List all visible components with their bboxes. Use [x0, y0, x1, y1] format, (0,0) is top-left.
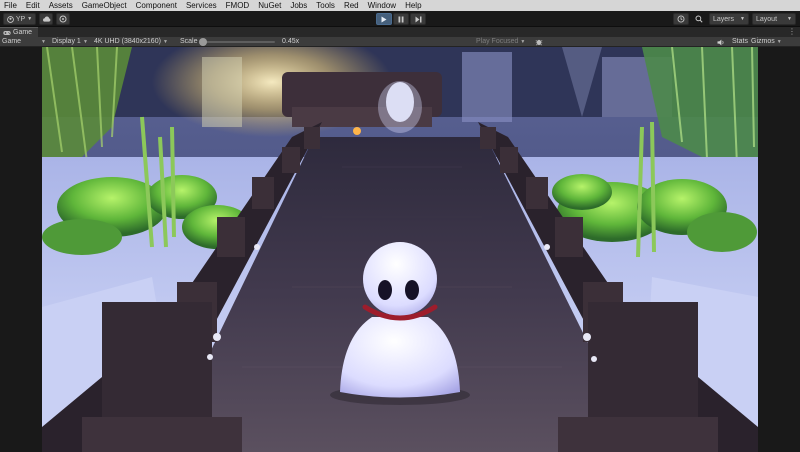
menu-tools[interactable]: Tools [316, 0, 335, 11]
menu-bar: File Edit Assets GameObject Component Se… [0, 0, 800, 11]
menu-window[interactable]: Window [368, 0, 396, 11]
chevron-down-icon: ▼ [162, 39, 168, 45]
chevron-down-icon: ▼ [520, 39, 526, 45]
scale-slider-track[interactable] [203, 41, 275, 43]
gizmos-label: Gizmos [751, 38, 775, 45]
search-icon [695, 15, 703, 23]
play-icon [381, 16, 387, 22]
menu-assets[interactable]: Assets [49, 0, 73, 11]
cloud-button[interactable] [39, 13, 53, 25]
bug-icon [535, 39, 543, 46]
layers-dropdown[interactable]: Layers ▼ [709, 13, 749, 25]
menu-services[interactable]: Services [186, 0, 217, 11]
chevron-down-icon: ▼ [776, 39, 782, 45]
view-mode-label: Game [2, 38, 22, 45]
account-label: YP [15, 15, 26, 23]
view-mode-dropdown[interactable]: Game ▼ [2, 37, 46, 47]
scale-value: 0.45x [282, 38, 300, 45]
menu-red[interactable]: Red [344, 0, 359, 11]
scale-label: Scale [180, 38, 198, 45]
chevron-down-icon: ▼ [83, 39, 88, 45]
pause-button[interactable] [393, 13, 409, 25]
display-dropdown[interactable]: Display 1 ▼ [52, 37, 88, 47]
audio-icon [717, 39, 724, 45]
play-button[interactable] [376, 13, 392, 25]
menu-file[interactable]: File [4, 0, 17, 11]
play-focused-label: Play Focused [476, 38, 519, 45]
display-label: Display 1 [52, 38, 81, 45]
menu-help[interactable]: Help [405, 0, 421, 11]
tab-game[interactable]: Game [0, 27, 39, 37]
chevron-down-icon: ▼ [41, 39, 46, 45]
mute-audio-button[interactable] [717, 37, 725, 47]
history-button[interactable] [673, 13, 689, 25]
scale-slider-handle[interactable] [199, 38, 207, 46]
menu-jobs[interactable]: Jobs [290, 0, 307, 11]
resolution-label: 4K UHD (3840x2160) [94, 38, 161, 45]
pause-icon [398, 16, 404, 22]
collab-button[interactable] [56, 13, 70, 25]
bug-button[interactable] [535, 37, 543, 47]
tab-bar: Game ⋮ [0, 27, 800, 37]
search-button[interactable] [692, 13, 706, 25]
menu-edit[interactable]: Edit [26, 0, 40, 11]
step-button[interactable] [410, 13, 426, 25]
cloud-icon [42, 16, 50, 22]
gamepad-icon [3, 30, 11, 35]
chevron-down-icon: ▼ [787, 16, 792, 22]
chevron-down-icon: ▼ [740, 16, 745, 22]
tab-menu-icon[interactable]: ⋮ [788, 27, 796, 37]
game-scene-image [42, 47, 758, 452]
game-view-toolbar: Game ▼ Display 1 ▼ 4K UHD (3840x2160) ▼ … [0, 37, 800, 47]
game-render[interactable] [42, 47, 758, 452]
layers-label: Layers [713, 15, 735, 23]
collab-icon [59, 15, 67, 23]
menu-fmod[interactable]: FMOD [226, 0, 250, 11]
step-icon [415, 16, 421, 22]
stats-button[interactable]: Stats [732, 37, 748, 47]
menu-nuget[interactable]: NuGet [258, 0, 281, 11]
tab-label: Game [13, 29, 33, 36]
play-focused-dropdown[interactable]: Play Focused ▼ [476, 37, 525, 47]
resolution-dropdown[interactable]: 4K UHD (3840x2160) ▼ [94, 37, 168, 47]
main-toolbar: YP ▼ Layers ▼ Layout ▼ [0, 11, 800, 27]
account-icon [6, 15, 14, 23]
chevron-down-icon: ▼ [27, 16, 33, 22]
gizmos-dropdown[interactable]: Gizmos ▼ [751, 37, 782, 47]
layout-dropdown[interactable]: Layout ▼ [752, 13, 796, 25]
history-icon [677, 15, 685, 23]
menu-gameobject[interactable]: GameObject [82, 0, 127, 11]
game-viewport[interactable] [0, 47, 800, 452]
layout-label: Layout [756, 15, 778, 23]
account-button[interactable]: YP ▼ [3, 13, 36, 25]
menu-component[interactable]: Component [136, 0, 177, 11]
